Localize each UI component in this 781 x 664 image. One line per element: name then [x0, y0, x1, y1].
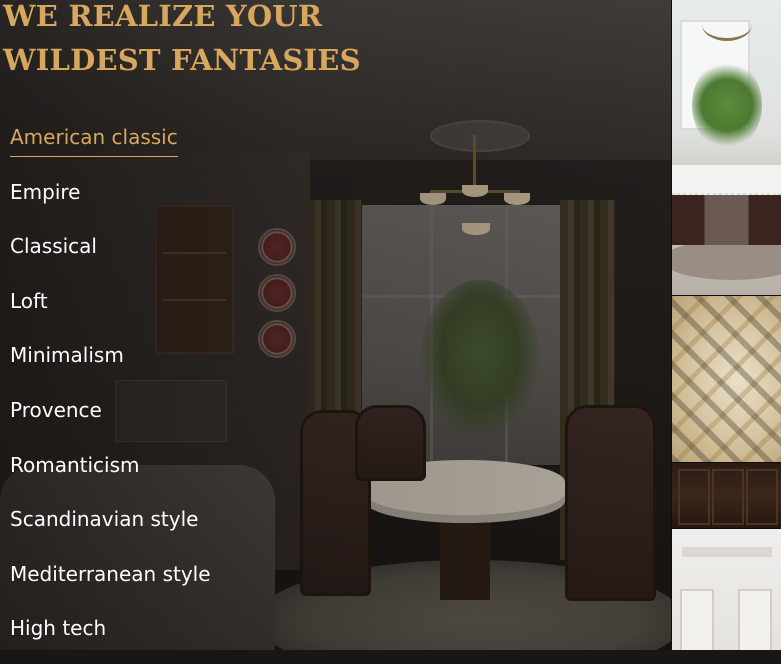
style-item-minimalism[interactable]: Minimalism	[10, 336, 211, 391]
headline-line-2: WILDEST FANTASIES	[3, 43, 361, 77]
style-item-label[interactable]: Classical	[10, 234, 97, 258]
style-menu: American classic Empire Classical Loft M…	[10, 118, 211, 664]
style-item-romanticism[interactable]: Romanticism	[10, 446, 211, 501]
style-item-american-classic[interactable]: American classic	[10, 118, 211, 173]
style-item-classical[interactable]: Classical	[10, 227, 211, 282]
style-item-label[interactable]: Empire	[10, 180, 80, 204]
gallery-thumbnail-dining[interactable]	[672, 0, 781, 295]
headline-line-1: WE REALIZE YOUR	[3, 0, 323, 33]
page-headline: WE REALIZE YOUR WILDEST FANTASIES	[3, 0, 361, 82]
style-item-label[interactable]: Romanticism	[10, 453, 140, 477]
style-item-label[interactable]: High tech	[10, 616, 106, 640]
style-item-loft[interactable]: Loft	[10, 282, 211, 337]
style-item-label[interactable]: Loft	[10, 289, 48, 313]
style-item-empire[interactable]: Empire	[10, 173, 211, 228]
gallery-strip	[671, 0, 781, 650]
gallery-thumbnail-white-room[interactable]	[672, 529, 781, 650]
gallery-thumbnail-carpet[interactable]	[672, 296, 781, 462]
style-item-label[interactable]: Mediterranean style	[10, 562, 211, 586]
style-item-scandinavian-style[interactable]: Scandinavian style	[10, 500, 211, 555]
style-item-label[interactable]: Scandinavian style	[10, 507, 198, 531]
style-item-provence[interactable]: Provence	[10, 391, 211, 446]
style-item-label[interactable]: Provence	[10, 398, 102, 422]
style-item-label[interactable]: Minimalism	[10, 343, 124, 367]
style-item-high-tech[interactable]: High tech	[10, 609, 211, 664]
style-item-label[interactable]: American classic	[10, 122, 178, 157]
style-item-mediterranean-style[interactable]: Mediterranean style	[10, 555, 211, 610]
gallery-thumbnail-wood-panels[interactable]	[672, 463, 781, 528]
